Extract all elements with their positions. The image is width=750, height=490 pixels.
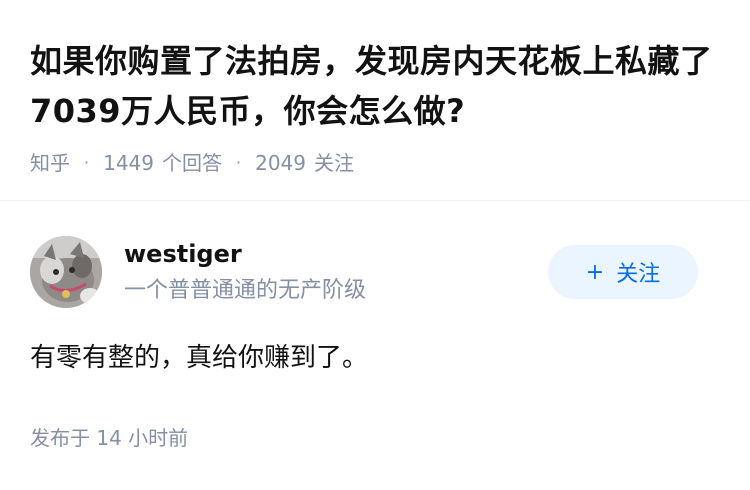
answer-content: 有零有整的，真给你赚到了。	[30, 343, 369, 373]
author-name[interactable]: westiger	[124, 238, 242, 270]
question-header: 如果你购置了法拍房，发现房内天花板上私藏了7039万人民币，你会怎么做? 知乎 …	[30, 36, 730, 176]
publish-time-value: 14 小时前	[96, 426, 189, 450]
question-title[interactable]: 如果你购置了法拍房，发现房内天花板上私藏了7039万人民币，你会怎么做?	[30, 36, 730, 136]
section-divider	[0, 200, 750, 201]
author-row: westiger 一个普普通通的无产阶级 + 关注	[30, 236, 700, 308]
publish-time-prefix: 发布于	[30, 426, 90, 450]
follower-count: 2049	[255, 151, 306, 175]
source-label[interactable]: 知乎	[30, 150, 70, 176]
follow-button[interactable]: + 关注	[548, 245, 698, 299]
plus-icon: +	[585, 259, 605, 285]
zhihu-answer-page: 如果你购置了法拍房，发现房内天花板上私藏了7039万人民币，你会怎么做? 知乎 …	[0, 0, 750, 490]
answer-count-label: 个回答	[162, 151, 222, 175]
author-bio: 一个普普通通的无产阶级	[124, 278, 367, 303]
follower-count-label: 关注	[314, 151, 354, 175]
publish-time: 发布于 14 小时前	[30, 424, 188, 452]
answer-count: 1449	[103, 151, 154, 175]
meta-separator: ·	[236, 153, 242, 172]
avatar-cat-photo-icon	[30, 236, 102, 308]
follow-label: 关注	[616, 262, 661, 287]
question-meta: 知乎 · 1449 个回答 · 2049 关注	[30, 150, 730, 176]
meta-separator: ·	[84, 153, 90, 172]
avatar[interactable]	[30, 236, 102, 308]
